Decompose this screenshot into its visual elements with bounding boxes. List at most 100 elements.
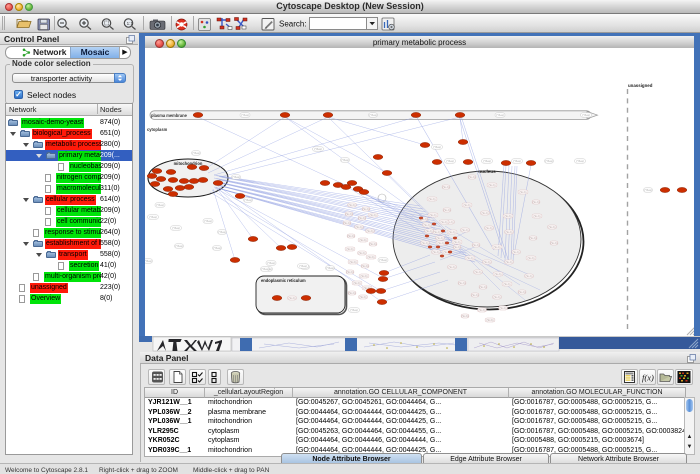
svg-text:(Sc-b): (Sc-b) xyxy=(428,197,435,201)
svg-text:(Yb-a): (Yb-a) xyxy=(576,159,583,163)
svg-text:(Sc-b): (Sc-b) xyxy=(440,220,447,224)
svg-text:(Yb-a): (Yb-a) xyxy=(314,147,321,151)
svg-text:unassigned: unassigned xyxy=(628,83,653,88)
svg-text:(Yb-a): (Yb-a) xyxy=(267,261,274,265)
svg-text:(Sc-b): (Sc-b) xyxy=(525,274,532,278)
svg-text:(Sc-b): (Sc-b) xyxy=(423,223,430,227)
svg-text:(Sc-b): (Sc-b) xyxy=(362,207,369,211)
svg-text:(Yb-a): (Yb-a) xyxy=(192,151,199,155)
svg-text:(Sc-b): (Sc-b) xyxy=(529,236,536,240)
svg-text:(Sc-b): (Sc-b) xyxy=(493,245,500,249)
svg-text:(Sc-b): (Sc-b) xyxy=(488,183,495,187)
svg-text:(Sc-b): (Sc-b) xyxy=(369,242,376,246)
svg-text:(Sc-b): (Sc-b) xyxy=(343,221,350,225)
svg-text:(Yb-a): (Yb-a) xyxy=(145,259,152,263)
svg-text:(Sc-b): (Sc-b) xyxy=(494,272,501,276)
svg-text:cytoplasm: cytoplasm xyxy=(147,127,168,132)
svg-text:(Yb-a): (Yb-a) xyxy=(326,266,333,270)
svg-text:(Sc-b): (Sc-b) xyxy=(461,314,468,318)
svg-text:(Yb-a): (Yb-a) xyxy=(513,159,520,163)
svg-text:(Sc-b): (Sc-b) xyxy=(479,285,486,289)
svg-text:(Yb-a): (Yb-a) xyxy=(644,188,651,192)
svg-text:(Sc-b): (Sc-b) xyxy=(433,230,440,234)
svg-text:(Sc-b): (Sc-b) xyxy=(472,243,479,247)
svg-text:(Sc-b): (Sc-b) xyxy=(512,250,519,254)
svg-text:(Yb-a): (Yb-a) xyxy=(241,113,248,117)
svg-text:(Yb-a): (Yb-a) xyxy=(299,264,306,268)
svg-text:(Sc-b): (Sc-b) xyxy=(453,240,460,244)
svg-text:(Sc-b): (Sc-b) xyxy=(474,270,481,274)
svg-text:(Yb-a): (Yb-a) xyxy=(244,198,251,202)
svg-text:(Sc-b): (Sc-b) xyxy=(355,225,362,229)
svg-text:(Sc-b): (Sc-b) xyxy=(346,247,353,251)
svg-text:(Yb-a): (Yb-a) xyxy=(379,258,386,262)
svg-text:(Sc-b): (Sc-b) xyxy=(437,241,444,245)
svg-text:(Sc-b): (Sc-b) xyxy=(505,230,512,234)
svg-text:(Sc-b): (Sc-b) xyxy=(483,260,490,264)
svg-text:1:1: 1:1 xyxy=(127,21,134,26)
svg-text:(Sc-b): (Sc-b) xyxy=(466,256,473,260)
svg-text:(Sc-b): (Sc-b) xyxy=(359,238,366,242)
svg-text:(Yb-a): (Yb-a) xyxy=(350,308,357,312)
svg-text:(Sc-b): (Sc-b) xyxy=(485,226,492,230)
svg-text:(Sc-b): (Sc-b) xyxy=(360,274,367,278)
svg-text:(Sc-b): (Sc-b) xyxy=(461,228,468,232)
svg-text:(Sc-b): (Sc-b) xyxy=(432,250,439,254)
svg-text:(Yb-a): (Yb-a) xyxy=(545,159,552,163)
svg-text:(Sc-b): (Sc-b) xyxy=(505,260,512,264)
svg-text:(Sc-b): (Sc-b) xyxy=(421,241,428,245)
svg-text:(Yb-a): (Yb-a) xyxy=(156,203,163,207)
svg-text:(Yb-a): (Yb-a) xyxy=(232,175,239,179)
svg-text:(Yb-a): (Yb-a) xyxy=(172,226,179,230)
svg-text:(Sc-b): (Sc-b) xyxy=(442,185,449,189)
svg-text:(Yb-a): (Yb-a) xyxy=(446,159,453,163)
svg-text:(Sc-b): (Sc-b) xyxy=(499,306,506,310)
svg-text:(Sc-b): (Sc-b) xyxy=(358,216,365,220)
svg-text:(Sc-b): (Sc-b) xyxy=(493,295,500,299)
svg-text:nucleus: nucleus xyxy=(478,169,496,174)
svg-text:(Sc-b): (Sc-b) xyxy=(349,260,356,264)
svg-text:(Sc-b): (Sc-b) xyxy=(548,225,555,229)
svg-text:(Sc-b): (Sc-b) xyxy=(367,255,374,259)
svg-text:(Sc-b): (Sc-b) xyxy=(425,229,432,233)
svg-text:(Sc-b): (Sc-b) xyxy=(481,211,488,215)
svg-text:(Sc-b): (Sc-b) xyxy=(471,293,478,297)
svg-text:(Yb-a): (Yb-a) xyxy=(204,219,211,223)
svg-text:(Sc-b): (Sc-b) xyxy=(448,230,455,234)
svg-text:(Yb-a): (Yb-a) xyxy=(213,246,220,250)
svg-text:(Sc-b): (Sc-b) xyxy=(429,213,436,217)
svg-text:(Yb-a): (Yb-a) xyxy=(369,113,376,117)
svg-text:(Sc-b): (Sc-b) xyxy=(288,296,295,300)
svg-text:(Sc-b): (Sc-b) xyxy=(532,200,539,204)
svg-text:plasma membrane: plasma membrane xyxy=(151,113,188,118)
svg-text:(Sc-b): (Sc-b) xyxy=(468,175,475,179)
svg-text:(Yb-a): (Yb-a) xyxy=(175,244,182,248)
svg-text:(Sc-b): (Sc-b) xyxy=(458,281,465,285)
svg-text:(Sc-b): (Sc-b) xyxy=(478,308,485,312)
svg-text:(Yb-a): (Yb-a) xyxy=(261,267,268,271)
svg-text:(Yb-a): (Yb-a) xyxy=(433,145,440,149)
svg-text:(Sc-b): (Sc-b) xyxy=(347,234,354,238)
svg-text:(Sc-b): (Sc-b) xyxy=(346,270,353,274)
svg-text:(Sc-b): (Sc-b) xyxy=(348,203,355,207)
svg-text:Search:: Search: xyxy=(279,20,307,29)
svg-text:f(x): f(x) xyxy=(642,373,654,383)
svg-text:(Yb-a): (Yb-a) xyxy=(496,113,503,117)
svg-text:(Sc-b): (Sc-b) xyxy=(345,212,352,216)
svg-text:(Sc-b): (Sc-b) xyxy=(533,214,540,218)
svg-text:(Yb-a): (Yb-a) xyxy=(483,159,490,163)
svg-text:(Yb-a): (Yb-a) xyxy=(149,215,156,219)
svg-text:(Yb-a): (Yb-a) xyxy=(218,230,225,234)
svg-text:(Sc-b): (Sc-b) xyxy=(504,214,511,218)
svg-text:(Sc-b): (Sc-b) xyxy=(366,229,373,233)
svg-text:(Yb-a): (Yb-a) xyxy=(582,113,589,117)
svg-text:(Sc-b): (Sc-b) xyxy=(361,264,368,268)
svg-text:(Sc-b): (Sc-b) xyxy=(348,291,355,295)
svg-text:(Sc-b): (Sc-b) xyxy=(486,318,493,322)
svg-text:(Sc-b): (Sc-b) xyxy=(550,241,557,245)
svg-text:(Sc-b): (Sc-b) xyxy=(369,213,376,217)
svg-text:(Sc-b): (Sc-b) xyxy=(436,236,443,240)
svg-text:(Sc-b): (Sc-b) xyxy=(359,295,366,299)
svg-text:(Sc-b): (Sc-b) xyxy=(503,282,510,286)
svg-text:(Sc-b): (Sc-b) xyxy=(353,281,360,285)
